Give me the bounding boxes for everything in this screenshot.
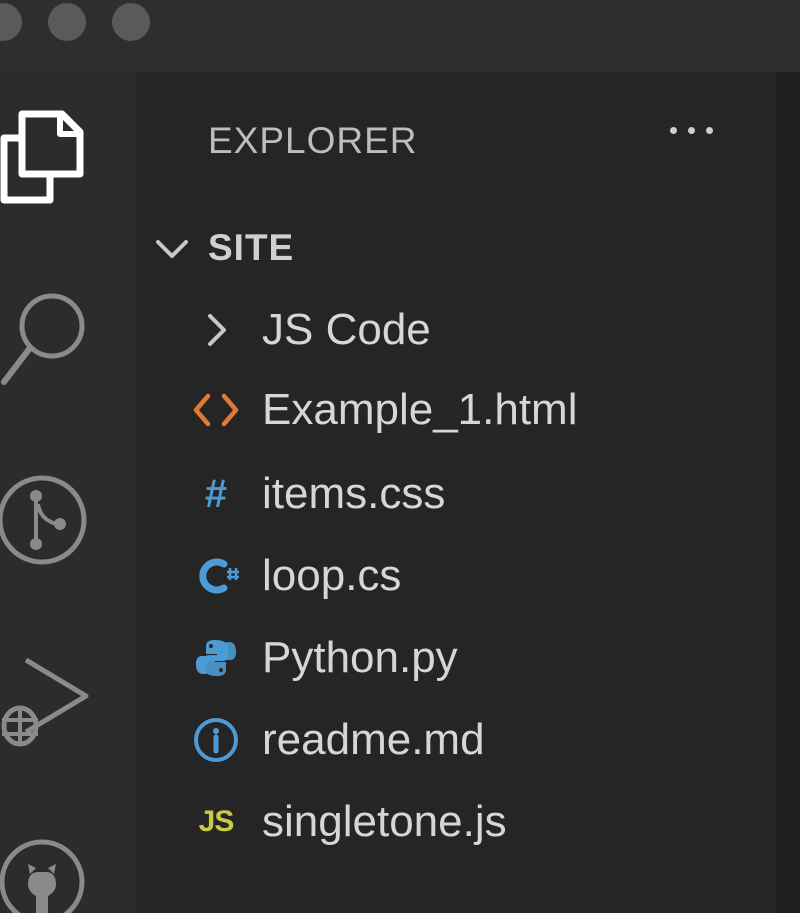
workspace-name: SITE — [208, 227, 295, 268]
search-icon[interactable] — [0, 290, 92, 390]
chevron-down-icon — [156, 240, 188, 258]
ellipsis-dot — [705, 126, 713, 134]
folder-name: JS Code — [262, 305, 431, 354]
explorer-sidebar: EXPLORER SITE JS Code Example_1.html # i… — [136, 72, 776, 913]
editor-area-edge — [776, 72, 800, 913]
file-name: Python.py — [262, 633, 458, 682]
title-bar — [0, 0, 800, 72]
activity-bar — [0, 72, 136, 913]
close-window-button[interactable] — [0, 3, 22, 41]
explorer-title: EXPLORER — [208, 120, 418, 161]
file-row-readme-md[interactable]: readme.md — [186, 708, 746, 772]
python-icon — [186, 628, 246, 688]
github-icon[interactable] — [0, 838, 92, 913]
file-row-example-html[interactable]: Example_1.html — [186, 378, 746, 442]
vscode-window: EXPLORER SITE JS Code Example_1.html # i… — [0, 0, 800, 913]
file-row-items-css[interactable]: # items.css — [186, 462, 746, 526]
js-icon: JS — [186, 792, 246, 852]
chevron-right-icon — [186, 300, 246, 360]
files-icon[interactable] — [0, 108, 90, 208]
file-name: readme.md — [262, 715, 485, 764]
ellipsis-dot — [687, 126, 695, 134]
html-icon — [186, 380, 246, 440]
file-name: items.css — [262, 469, 446, 518]
workspace-section-header[interactable]: SITE — [146, 220, 706, 276]
js-icon-glyph: JS — [198, 805, 235, 838]
more-actions-button[interactable] — [656, 110, 726, 150]
minimize-window-button[interactable] — [48, 3, 86, 41]
css-icon-glyph: # — [204, 471, 228, 516]
csharp-icon — [186, 546, 246, 606]
run-debug-icon[interactable] — [0, 656, 92, 756]
file-row-singletone-js[interactable]: JS singletone.js — [186, 790, 746, 854]
file-name: Example_1.html — [262, 385, 578, 434]
info-icon — [186, 710, 246, 770]
file-row-python-py[interactable]: Python.py — [186, 626, 746, 690]
file-name: singletone.js — [262, 797, 507, 846]
file-name: loop.cs — [262, 551, 402, 600]
zoom-window-button[interactable] — [112, 3, 150, 41]
css-icon: # — [186, 464, 246, 524]
source-control-icon[interactable] — [0, 474, 92, 574]
folder-row-js-code[interactable]: JS Code — [186, 298, 746, 362]
file-row-loop-cs[interactable]: loop.cs — [186, 544, 746, 608]
ellipsis-icon — [669, 126, 677, 134]
